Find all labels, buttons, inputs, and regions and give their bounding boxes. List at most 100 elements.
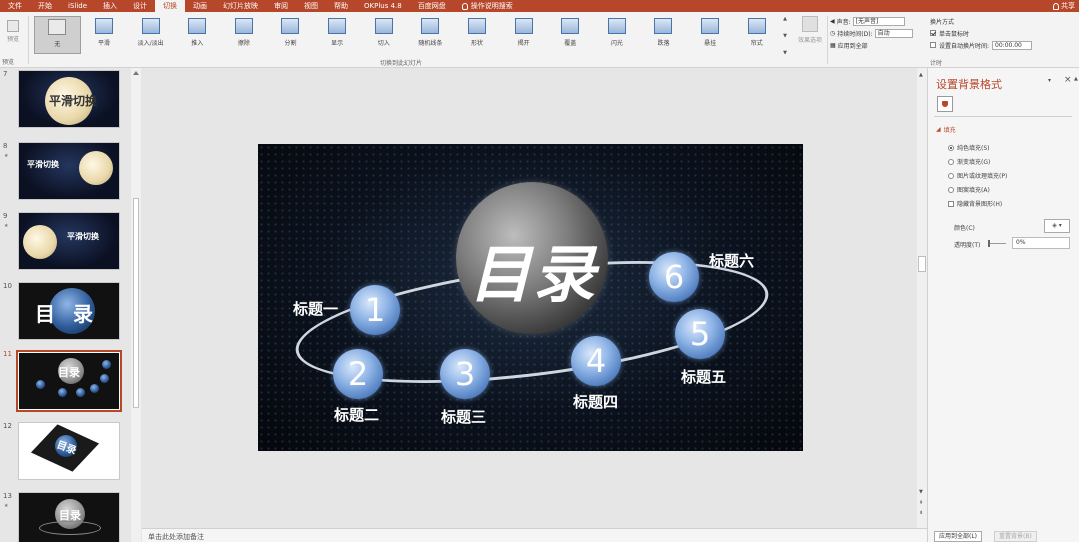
transition-curtains[interactable]: 帘式 — [733, 16, 780, 54]
current-slide[interactable]: 目录 1 标题一 2 标题二 3 标题三 4 标题四 5 标题五 6 标题六 — [258, 144, 803, 451]
split-icon — [281, 18, 300, 34]
transition-drape[interactable]: 悬挂 — [687, 16, 734, 54]
editor-scrollbar[interactable]: ▲ ▼ ⇞ ⇟ — [917, 68, 927, 528]
gradient-fill-option[interactable]: 渐变填充(G) — [948, 157, 990, 166]
slide-preview[interactable]: 目录 — [18, 492, 120, 542]
slide-preview[interactable]: 目录 — [18, 282, 120, 340]
pattern-fill-option[interactable]: 图案填充(A) — [948, 185, 990, 194]
item-label-4[interactable]: 标题四 — [573, 391, 618, 412]
thumbnail-scrollbar[interactable] — [131, 68, 141, 542]
tell-me-search[interactable]: 操作说明搜索 — [454, 0, 521, 12]
more-icon[interactable]: ▼ — [783, 50, 787, 56]
pane-title: 设置背景格式 — [936, 78, 1002, 91]
scrollbar-thumb[interactable] — [133, 198, 139, 408]
transition-flash[interactable]: 闪光 — [594, 16, 641, 54]
previous-slide-icon[interactable]: ⇞ — [919, 500, 923, 506]
hide-background-graphics[interactable]: 隐藏背景图形(H) — [948, 199, 1002, 208]
after-time-checkbox[interactable] — [930, 42, 936, 48]
scrollbar-thumb[interactable] — [918, 256, 926, 272]
item-label-1[interactable]: 标题一 — [293, 298, 338, 319]
slide-title[interactable]: 目录 — [458, 224, 608, 314]
transition-fade[interactable]: 淡入/淡出 — [127, 16, 174, 54]
transition-reveal[interactable]: 显示 — [314, 16, 361, 54]
item-label-2[interactable]: 标题二 — [334, 404, 379, 425]
apply-all-button[interactable]: ▦ 应用到全部 — [830, 39, 926, 51]
after-time-field[interactable]: 00:00.00 — [992, 40, 1033, 50]
transparency-slider[interactable] — [988, 243, 1006, 244]
notes-area[interactable]: 单击此处添加备注 — [142, 528, 927, 542]
radio-button[interactable] — [948, 144, 954, 151]
slide-preview[interactable]: 平滑切换 — [18, 142, 120, 200]
share-button[interactable]: 共享 — [1053, 0, 1075, 12]
transition-wipe[interactable]: 擦除 — [221, 16, 268, 54]
fill-bucket-icon[interactable] — [937, 96, 953, 112]
scroll-up-icon[interactable]: ▲ — [1074, 76, 1078, 82]
shape-icon — [467, 18, 486, 34]
clock-icon: ◷ — [830, 29, 836, 37]
item-label-6[interactable]: 标题六 — [709, 250, 754, 271]
color-picker-button[interactable]: ◈ ▾ — [1044, 219, 1070, 233]
preview-group-label: 预览 — [2, 59, 15, 66]
scroll-down-icon[interactable]: ▼ — [919, 489, 923, 495]
tab-insert[interactable]: 插入 — [95, 0, 125, 12]
on-click-checkbox[interactable] — [930, 30, 936, 36]
solid-fill-option[interactable]: 纯色填充(S) — [948, 143, 990, 152]
none-icon — [48, 19, 67, 35]
tab-help[interactable]: 帮助 — [326, 0, 356, 12]
tab-review[interactable]: 审阅 — [266, 0, 296, 12]
scroll-up-icon[interactable] — [133, 71, 139, 75]
chevron-up-icon[interactable]: ▲ — [783, 16, 787, 22]
effect-options-button[interactable]: 效果选项 — [795, 16, 825, 44]
transparency-field[interactable]: 0% — [1012, 237, 1070, 249]
pane-options-icon[interactable]: ▾ — [1048, 77, 1051, 84]
transition-uncover[interactable]: 揭开 — [500, 16, 547, 54]
tab-baidu-netdisk[interactable]: 百度网盘 — [410, 0, 454, 12]
pane-scrollbar[interactable]: ▲ — [1074, 68, 1079, 542]
radio-button[interactable] — [948, 172, 954, 179]
slide-preview[interactable]: 平滑切换 — [18, 70, 120, 128]
preview-button[interactable]: 预览 — [2, 20, 24, 43]
apply-to-all-button[interactable]: 应用到全部(L) — [934, 531, 983, 542]
slider-handle[interactable] — [988, 240, 990, 247]
checkbox[interactable] — [948, 200, 954, 207]
tab-slideshow[interactable]: 幻灯片放映 — [215, 0, 266, 12]
tab-home[interactable]: 开始 — [30, 0, 60, 12]
transition-cover[interactable]: 覆盖 — [547, 16, 594, 54]
slide-preview[interactable]: 平滑切换 — [18, 212, 120, 270]
tab-animations[interactable]: 动画 — [185, 0, 215, 12]
transition-none[interactable]: 无 — [34, 16, 81, 54]
transition-shape[interactable]: 形状 — [454, 16, 501, 54]
transition-push[interactable]: 推入 — [174, 16, 221, 54]
fill-section-header[interactable]: ◢ 填充 — [936, 125, 956, 134]
radio-button[interactable] — [948, 158, 954, 165]
transition-cut[interactable]: 切入 — [360, 16, 407, 54]
picture-fill-option[interactable]: 图片或纹理填充(P) — [948, 171, 1007, 180]
next-slide-icon[interactable]: ⇟ — [919, 510, 923, 516]
item-label-5[interactable]: 标题五 — [681, 366, 726, 387]
transition-random-bars[interactable]: 随机线条 — [407, 16, 454, 54]
scroll-up-icon[interactable]: ▲ — [919, 72, 923, 78]
close-icon[interactable]: × — [1064, 75, 1072, 85]
transition-fall-over[interactable]: 跌落 — [640, 16, 687, 54]
tab-design[interactable]: 设计 — [125, 0, 155, 12]
tab-view[interactable]: 视图 — [296, 0, 326, 12]
slide-preview-selected[interactable]: 目录 — [16, 350, 122, 412]
chevron-down-icon[interactable]: ▼ — [783, 33, 787, 39]
fill-section-label: 填充 — [943, 127, 956, 134]
sound-select[interactable]: [无声音] — [852, 16, 905, 26]
tab-okplus[interactable]: OKPlus 4.8 — [356, 0, 410, 12]
radio-button[interactable] — [948, 186, 954, 193]
transition-split[interactable]: 分割 — [267, 16, 314, 54]
transition-morph[interactable]: 平滑 — [81, 16, 128, 54]
duration-field[interactable]: 自动 — [874, 28, 913, 38]
tab-file[interactable]: 文件 — [0, 0, 30, 12]
tab-transitions[interactable]: 切换 — [155, 0, 186, 12]
gallery-scroll[interactable]: ▲ ▼ ▼ — [781, 16, 789, 56]
cut-icon — [374, 18, 393, 34]
item-label-3[interactable]: 标题三 — [441, 406, 486, 427]
fall-over-icon — [654, 18, 673, 34]
reset-background-button[interactable]: 重置背景(B) — [994, 531, 1037, 542]
slide-preview[interactable]: 目录 — [18, 422, 120, 480]
tab-islide[interactable]: iSlide — [60, 0, 95, 12]
ribbon-transitions: 预览 预览 无 平滑 淡入/淡出 推入 擦除 分割 显示 切入 随机线条 形状 … — [0, 12, 1079, 68]
